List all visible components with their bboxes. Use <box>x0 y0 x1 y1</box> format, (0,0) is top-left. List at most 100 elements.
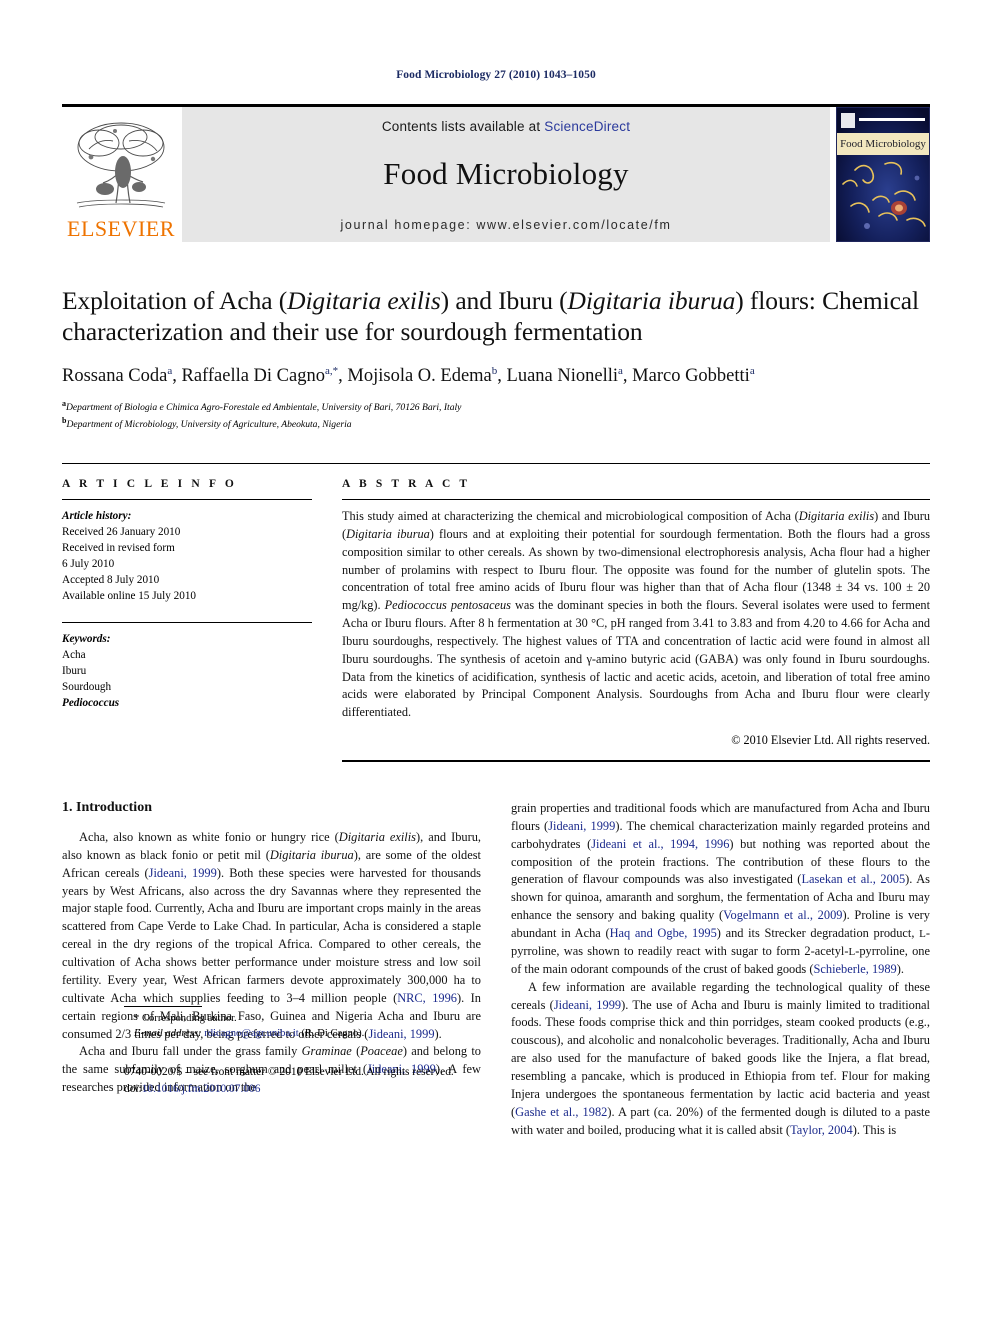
abstract-run: was the dominant species in both the flo… <box>342 598 930 720</box>
abstract-bottom-rule <box>342 760 930 763</box>
citation-link[interactable]: Gashe et al., 1982 <box>515 1105 607 1119</box>
cover-title-band: Food Microbiology <box>837 132 929 155</box>
author-affil-marker: a <box>167 364 173 377</box>
body-right-column: grain properties and traditional foods w… <box>511 800 930 1139</box>
text-run: ). This is <box>852 1122 897 1137</box>
text-run: ). Both these species were harvested for… <box>62 865 481 1005</box>
doi-label: doi: <box>124 1082 142 1095</box>
abstract-text: This study aimed at characterizing the c… <box>342 508 930 722</box>
history-item: Received in revised form <box>62 542 175 555</box>
colophon-front-matter: 0740-0020/$ – see front matter © 2010 El… <box>124 1066 454 1079</box>
author-affil-marker: a <box>749 364 755 377</box>
history-item: Accepted 8 July 2010 <box>62 574 160 587</box>
sciencedirect-link[interactable]: ScienceDirect <box>544 119 630 134</box>
contents-prefix: Contents lists available at <box>381 118 545 134</box>
email-suffix: (R. Di Cagno). <box>298 1028 365 1040</box>
citation-link[interactable]: Jideani et al., 1994, 1996 <box>591 837 729 851</box>
body-paragraph: grain properties and traditional foods w… <box>511 800 930 979</box>
journal-band: Contents lists available at ScienceDirec… <box>182 106 830 242</box>
text-run: L <box>919 928 926 941</box>
journal-cover-thumbnail: Food Microbiology <box>836 106 930 242</box>
abstract-rule <box>342 499 930 501</box>
title-species-1: Digitaria exilis <box>287 285 441 315</box>
page-title: Exploitation of Acha (Digitaria exilis) … <box>62 285 930 347</box>
keyword-item: Sourdough <box>62 681 112 694</box>
title-block: Exploitation of Acha (Digitaria exilis) … <box>62 285 930 433</box>
text-run: Digitaria iburua <box>269 847 354 862</box>
body-left-column: 1. Introduction Acha, also known as whit… <box>62 800 481 1139</box>
cover-rule <box>859 117 925 121</box>
author-affil-marker: a,* <box>325 364 339 377</box>
journal-homepage[interactable]: journal homepage: www.elsevier.com/locat… <box>341 218 672 232</box>
keywords-list: Keywords: Acha Iburu Sourdough Pediococc… <box>62 631 312 711</box>
author-list: Rossana Codaa, Raffaella Di Cagnoa,*, Mo… <box>62 364 755 386</box>
keywords-label: Keywords: <box>62 633 111 646</box>
copyright-line: © 2010 Elsevier Ltd. All rights reserved… <box>731 733 930 748</box>
article-info-rule <box>62 499 312 501</box>
cover-journal-title: Food Microbiology <box>840 137 926 150</box>
abstract-heading: A B S T R A C T <box>342 478 471 491</box>
affiliation-text: Department of Biologia e Chimica Agro-Fo… <box>66 402 462 414</box>
body-paragraph: A few information are available regardin… <box>511 979 930 1140</box>
affiliation-item: aDepartment of Biologia e Chimica Agro-F… <box>62 398 930 415</box>
text-run: ). The use of Acha and Iburu is mainly l… <box>511 997 930 1119</box>
text-run: Graminae <box>301 1044 352 1059</box>
history-item: Available online 15 July 2010 <box>62 590 197 603</box>
contents-available-line: Contents lists available at ScienceDirec… <box>382 119 630 134</box>
keywords-block: Keywords: Acha Iburu Sourdough Pediococc… <box>62 622 312 711</box>
colophon: 0740-0020/$ – see front matter © 2010 El… <box>124 1064 454 1097</box>
email-link[interactable]: rdicagno@agr.uniba.it <box>204 1028 298 1039</box>
affiliations: aDepartment of Biologia e Chimica Agro-F… <box>62 398 930 432</box>
journal-masthead: ELSEVIER Contents lists available at Sci… <box>62 103 930 242</box>
article-info-heading: A R T I C L E I N F O <box>62 478 237 491</box>
article-info-column: A R T I C L E I N F O Article history: R… <box>62 478 342 762</box>
text-run: ) and its Strecker degradation product, <box>716 926 920 941</box>
info-abstract-row: A R T I C L E I N F O Article history: R… <box>62 463 930 763</box>
keyword-item: Pediococcus <box>62 697 120 710</box>
text-run: Digitaria exilis <box>338 830 417 845</box>
keyword-item: Acha <box>62 649 86 662</box>
body-columns: 1. Introduction Acha, also known as whit… <box>62 800 930 1139</box>
abstract-species-2: Digitaria iburua <box>346 526 430 541</box>
article-history: Article history: Received 26 January 201… <box>62 508 312 604</box>
footnote-rule <box>124 1005 202 1007</box>
abstract-species-3: Pediococcus pentosaceus <box>384 598 511 613</box>
text-run: Acha, also known as white fonio or hungr… <box>79 830 339 845</box>
text-run: ( <box>351 1044 361 1059</box>
journal-title: Food Microbiology <box>383 155 629 191</box>
section-title-introduction: 1. Introduction <box>62 800 152 816</box>
doi-link[interactable]: 10.1016/j.fm.2010.07.006 <box>142 1083 261 1095</box>
author-affil-marker: b <box>491 364 498 377</box>
citation-link[interactable]: Taylor, 2004 <box>790 1123 853 1137</box>
email-note: E-mail address: rdicagno@agr.uniba.it (R… <box>124 1026 542 1041</box>
citation-link[interactable]: Vogelmann et al., 2009 <box>723 908 842 922</box>
corresponding-author-note: * Corresponding author. <box>134 1012 237 1024</box>
text-run: Poaceae <box>360 1044 403 1059</box>
citation-link[interactable]: Jideani, 1999 <box>149 866 217 880</box>
cover-elsevier-mark-icon <box>841 112 855 128</box>
citation-link[interactable]: Jideani, 1999 <box>548 819 615 833</box>
citation-link[interactable]: Jideani, 1999 <box>554 998 621 1012</box>
title-part-1: Exploitation of Acha ( <box>62 285 288 315</box>
keyword-item: Iburu <box>62 665 87 678</box>
text-run: ). <box>896 961 904 976</box>
colophon-doi: doi:10.1016/j.fm.2010.07.006 <box>124 1081 454 1098</box>
affiliation-item: bDepartment of Microbiology, University … <box>62 415 930 432</box>
elsevier-logo: ELSEVIER <box>62 107 180 242</box>
citation-link[interactable]: Haq and Ogbe, 1995 <box>610 926 717 940</box>
journal-article-page: Food Microbiology 27 (2010) 1043–1050 EL… <box>0 0 992 1323</box>
abstract-column: A B S T R A C T This study aimed at char… <box>342 478 930 763</box>
citation-link[interactable]: NRC, 1996 <box>397 991 457 1005</box>
text-run: Acha and Iburu fall under the grass fami… <box>79 1044 302 1059</box>
elsevier-tree-icon <box>69 117 173 217</box>
author-affil-marker: a <box>618 364 623 377</box>
email-label: E-mail address: <box>134 1028 202 1040</box>
keywords-rule <box>62 622 312 624</box>
affiliation-text: Department of Microbiology, University o… <box>66 419 352 431</box>
elsevier-wordmark: ELSEVIER <box>67 215 175 241</box>
running-head: Food Microbiology 27 (2010) 1043–1050 <box>396 69 596 81</box>
citation-link[interactable]: Lasekan et al., 2005 <box>801 872 905 886</box>
footnote-block: * Corresponding author. E-mail address: … <box>124 1005 542 1042</box>
citation-link[interactable]: Schieberle, 1989 <box>813 962 896 976</box>
title-species-2: Digitaria iburua <box>567 285 736 315</box>
